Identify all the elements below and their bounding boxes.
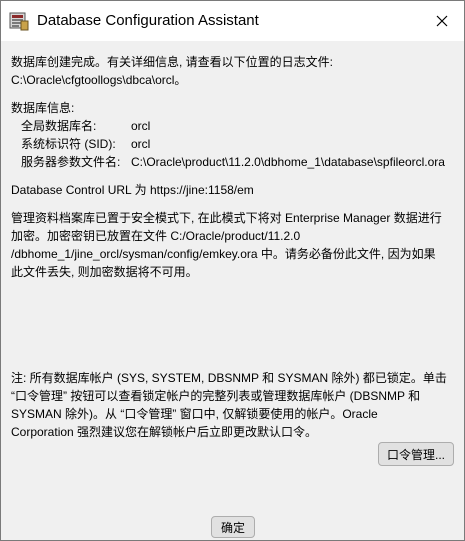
info-value: orcl [131, 137, 151, 151]
note-line: “口令管理” 按钮可以查看锁定帐户的完整列表或管理数据库帐户 (DBSNMP 和 [11, 389, 421, 403]
note-line: 注: 所有数据库帐户 (SYS, SYSTEM, DBSNMP 和 SYSMAN… [11, 371, 447, 385]
dbca-dialog: Database Configuration Assistant 数据库创建完成… [0, 0, 465, 541]
db-info-row-sid: 系统标识符 (SID): orcl [11, 135, 461, 153]
db-info-row-global-name: 全局数据库名: orcl [11, 117, 461, 135]
info-label: 服务器参数文件名: [21, 155, 121, 169]
note-line: SYSMAN 除外)。从 “口令管理” 窗口中, 仅解锁要使用的帐户。Oracl… [11, 407, 378, 421]
secure-mode-line: 此文件丢失, 则加密数据将不可用。 [11, 265, 198, 279]
message-body: 数据库创建完成。有关详细信息, 请查看以下位置的日志文件: C:\Oracle\… [11, 53, 461, 441]
dbcontrol-url-line: Database Control URL 为 https://jine:1158… [11, 183, 254, 197]
close-icon [436, 15, 447, 27]
window-title: Database Configuration Assistant [37, 12, 259, 29]
app-icon [9, 12, 29, 31]
db-info-row-spfile: 服务器参数文件名: C:\Oracle\product\11.2.0\dbhom… [11, 153, 461, 171]
log-path-line: C:\Oracle\cfgtoollogs\dbca\orcl。 [11, 73, 187, 87]
note-line: Corporation 强烈建议您在解锁帐户后立即更改默认口令。 [11, 425, 318, 439]
ok-button[interactable]: 确定 [211, 516, 255, 538]
close-button[interactable] [419, 1, 464, 41]
info-value: C:\Oracle\product\11.2.0\dbhome_1\databa… [131, 155, 445, 169]
info-value: orcl [131, 119, 151, 133]
db-info-heading: 数据库信息: [11, 101, 75, 115]
secure-mode-line: /dbhome_1/jine_orcl/sysman/config/emkey.… [11, 247, 436, 261]
password-management-button[interactable]: 口令管理... [378, 442, 454, 466]
title-bar[interactable]: Database Configuration Assistant [1, 1, 464, 41]
info-label: 系统标识符 (SID): [21, 137, 116, 151]
secure-mode-line: 管理资料档案库已置于安全模式下, 在此模式下将对 Enterprise Mana… [11, 211, 442, 225]
secure-mode-line: 加密。加密密钥已放置在文件 C:/Oracle/product/11.2.0 [11, 229, 301, 243]
info-label: 全局数据库名: [21, 119, 97, 133]
intro-line: 数据库创建完成。有关详细信息, 请查看以下位置的日志文件: [11, 55, 334, 69]
